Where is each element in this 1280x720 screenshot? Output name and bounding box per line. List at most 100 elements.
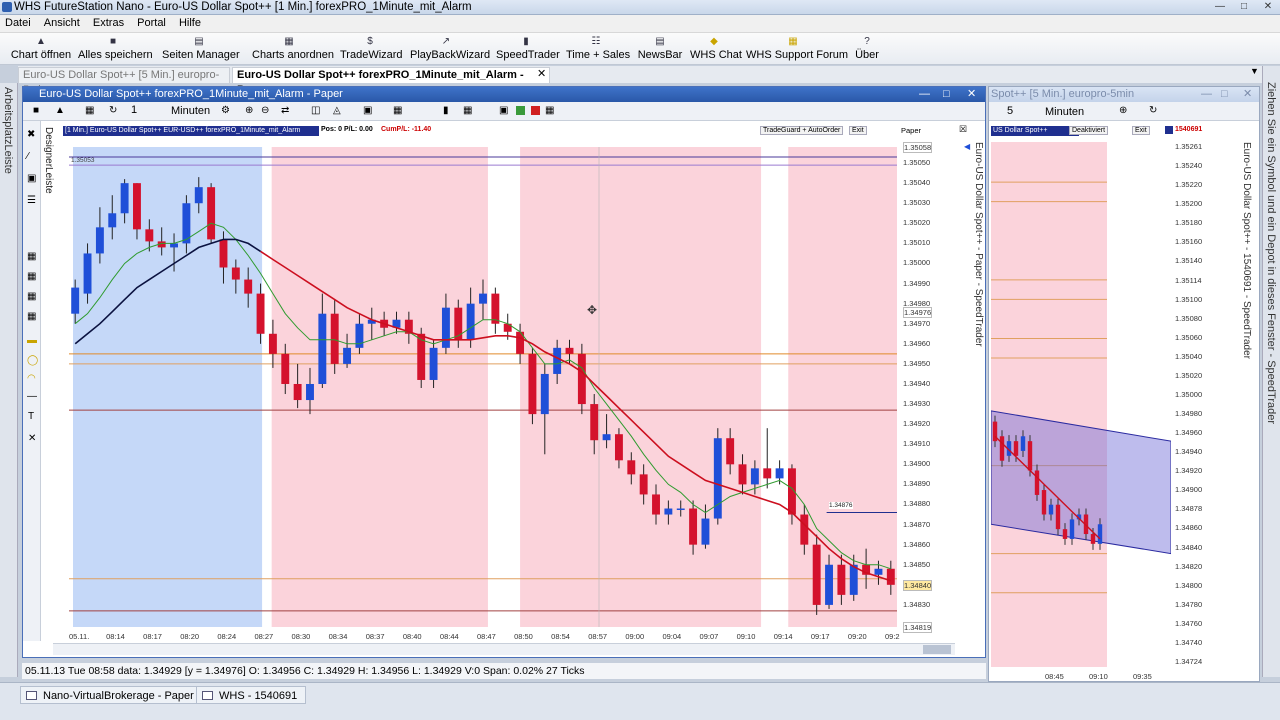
chart-open-button[interactable]: ▲ Chart öffnen — [8, 35, 74, 63]
compare-icon[interactable]: ▦ — [393, 105, 402, 116]
tab-forexpro-paper[interactable]: Euro-US Dollar Spot++ forexPRO_1Minute_m… — [232, 67, 550, 96]
pages-icon: ▤ — [194, 36, 204, 47]
second-price-chart[interactable] — [991, 142, 1171, 667]
second-exit-button[interactable]: Exit — [1132, 126, 1150, 135]
gann-tool-icon[interactable]: ▦ — [27, 311, 36, 322]
chart-type-icon[interactable]: ▦ — [85, 105, 94, 116]
candle-body — [627, 460, 636, 475]
workspace-bar[interactable]: ArbeitsplatzLeiste — [0, 83, 18, 677]
candles-icon[interactable]: ▦ — [463, 105, 472, 116]
exit-button[interactable]: Exit — [849, 126, 867, 135]
speedtrader-drop-bar[interactable]: Ziehen Sie ein Symbol und ein Depot in d… — [1262, 66, 1280, 677]
buy-icon[interactable] — [516, 106, 525, 115]
fibo-tool-icon[interactable]: ☰ — [27, 195, 36, 206]
chart-refresh-icon[interactable]: ↻ — [109, 105, 117, 116]
channel-tool-icon[interactable]: ▦ — [27, 251, 36, 262]
price-axis[interactable]: 1.35050 1.35040 1.35030 1.35020 1.35010 1.350… — [899, 142, 955, 633]
menu-extras[interactable]: Extras — [88, 15, 129, 31]
second-minimize-icon[interactable]: — — [1201, 87, 1212, 102]
second-price-axis[interactable]: 1.35261 1.35240 1.35220 1.35200 1.35180 1.351… — [1171, 142, 1227, 667]
grid-icon: ▦ — [284, 36, 294, 47]
chart-open-icon[interactable]: ▲ — [55, 105, 65, 116]
period-unit-select[interactable]: Minuten — [171, 105, 210, 117]
chart-maximize-icon[interactable]: □ — [943, 87, 950, 102]
grid-toggle-icon[interactable]: ▦ — [545, 105, 554, 116]
indicator-icon[interactable]: ◫ — [311, 105, 320, 116]
menu-ansicht[interactable]: Ansicht — [39, 15, 85, 31]
chart-save-icon[interactable]: ■ — [33, 105, 39, 116]
second-period-unit[interactable]: Minuten — [1045, 106, 1084, 118]
chart-window-titlebar[interactable]: Euro-US Dollar Spot++ forexPRO_1Minute_m… — [23, 87, 985, 102]
main-toolbar: ▲ Chart öffnen ■ Alles speichern ▤ Seiten M… — [0, 33, 1280, 65]
zoom-in-icon[interactable]: ⊕ — [245, 105, 253, 116]
tool-icon[interactable]: ▣ — [363, 105, 372, 116]
candle-body — [268, 333, 277, 354]
trade-icon[interactable]: ▣ — [499, 105, 508, 116]
save-all-button[interactable]: ■ Alles speichern — [78, 35, 153, 63]
playbackwizard-button[interactable]: ↗ PlayBackWizard — [410, 35, 490, 63]
second-period-value[interactable]: 5 — [1007, 105, 1013, 117]
price-chart[interactable]: 1.35053 1.34876 ✥ — [69, 147, 897, 627]
about-button[interactable]: ? Über — [852, 35, 882, 63]
speedtrader-button[interactable]: ▮ SpeedTrader — [496, 35, 560, 63]
delete-tool-icon[interactable]: ✕ — [28, 433, 36, 444]
speedtrader-drop-label: Ziehen Sie ein Symbol und ein Depot in d… — [1265, 82, 1277, 425]
text-tool-icon[interactable]: T — [28, 411, 34, 422]
chart-close-icon[interactable]: ✕ — [967, 87, 976, 102]
price-marker-label: 1.34876 — [829, 502, 853, 509]
trend-tool-icon[interactable]: ▦ — [27, 271, 36, 282]
whs-chat-button[interactable]: ◆ WHS Chat — [690, 35, 742, 63]
tab-close-icon[interactable]: ✕ — [537, 67, 546, 80]
maximize-icon[interactable]: □ — [1236, 1, 1252, 13]
price-tick-label: 1.35020 — [903, 218, 931, 228]
candle-body — [577, 353, 586, 405]
arrange-charts-button[interactable]: ▦ Charts anordnen — [252, 35, 334, 63]
bars-icon[interactable]: ▮ — [443, 105, 449, 116]
support-forum-button[interactable]: ▦ WHS Support Forum — [746, 35, 848, 63]
menu-portal[interactable]: Portal — [132, 15, 171, 31]
candle-body — [343, 347, 352, 364]
ellipse-tool-icon[interactable]: ▬ — [27, 335, 37, 346]
newsbar-button[interactable]: ▤ NewsBar — [636, 35, 684, 63]
collapse-left-icon[interactable]: ◀ — [964, 142, 970, 151]
second-window-titlebar[interactable]: Spot++ [5 Min.] europro-5min — □ ✕ — [989, 87, 1259, 102]
sell-icon[interactable] — [531, 106, 540, 115]
menu-datei[interactable]: Datei — [0, 15, 36, 31]
menu-hilfe[interactable]: Hilfe — [174, 15, 206, 31]
tab-europro-5min[interactable]: Euro-US Dollar Spot++ [5 Min.] europro-5… — [18, 67, 230, 96]
close-icon[interactable]: ✕ — [1260, 1, 1276, 13]
second-price-chart-svg — [991, 142, 1171, 667]
drawing-icon[interactable]: ◬ — [333, 105, 341, 116]
cursor-tool-icon[interactable]: ✖ — [27, 129, 35, 140]
tradewizard-button[interactable]: $ TradeWizard — [340, 35, 403, 63]
second-time-axis[interactable]: 08:45 09:10 09:35 — [991, 672, 1171, 682]
line-tool-icon[interactable]: ∕ — [27, 151, 29, 162]
task-virtual-brokerage[interactable]: Nano-VirtualBrokerage - Paper — [20, 686, 203, 704]
page-manager-button[interactable]: ▤ Seiten Manager — [162, 35, 240, 63]
minimize-icon[interactable]: — — [1212, 1, 1228, 13]
second-price-tick-label: 1.34800 — [1175, 580, 1203, 590]
zoom-out-icon[interactable]: ⊖ — [261, 105, 269, 116]
tradeguard-button[interactable]: TradeGuard + AutoOrder — [760, 126, 844, 135]
chart-minimize-icon[interactable]: — — [919, 87, 930, 102]
second-close-icon[interactable]: ✕ — [1243, 87, 1252, 102]
second-refresh-icon[interactable]: ↻ — [1149, 105, 1157, 116]
pattern-tool-icon[interactable]: ▦ — [27, 291, 36, 302]
circle-tool-icon[interactable]: ◯ — [27, 355, 38, 366]
second-zoom-icon[interactable]: ⊕ — [1119, 105, 1127, 116]
deactivated-button[interactable]: Deaktiviert — [1069, 126, 1109, 135]
second-maximize-icon[interactable]: □ — [1221, 87, 1228, 102]
chart-panel-close-icon[interactable]: ☒ — [959, 124, 967, 135]
scroll-icon[interactable]: ⇄ — [281, 105, 289, 116]
tabs-dropdown-icon[interactable]: ▼ — [1250, 66, 1259, 76]
scrollbar-thumb[interactable] — [923, 645, 951, 654]
arc-tool-icon[interactable]: ◠ — [27, 373, 36, 384]
horizontal-scrollbar[interactable] — [53, 643, 955, 655]
candle-body — [540, 373, 549, 415]
period-value-input[interactable]: 1 — [131, 104, 161, 116]
task-whs-account[interactable]: WHS - 1540691 — [196, 686, 307, 704]
hline-tool-icon[interactable]: ― — [27, 391, 37, 402]
chart-settings-icon[interactable]: ⚙ — [221, 105, 230, 116]
rect-tool-icon[interactable]: ▣ — [27, 173, 36, 184]
time-sales-button[interactable]: ☷ Time + Sales — [566, 35, 630, 63]
